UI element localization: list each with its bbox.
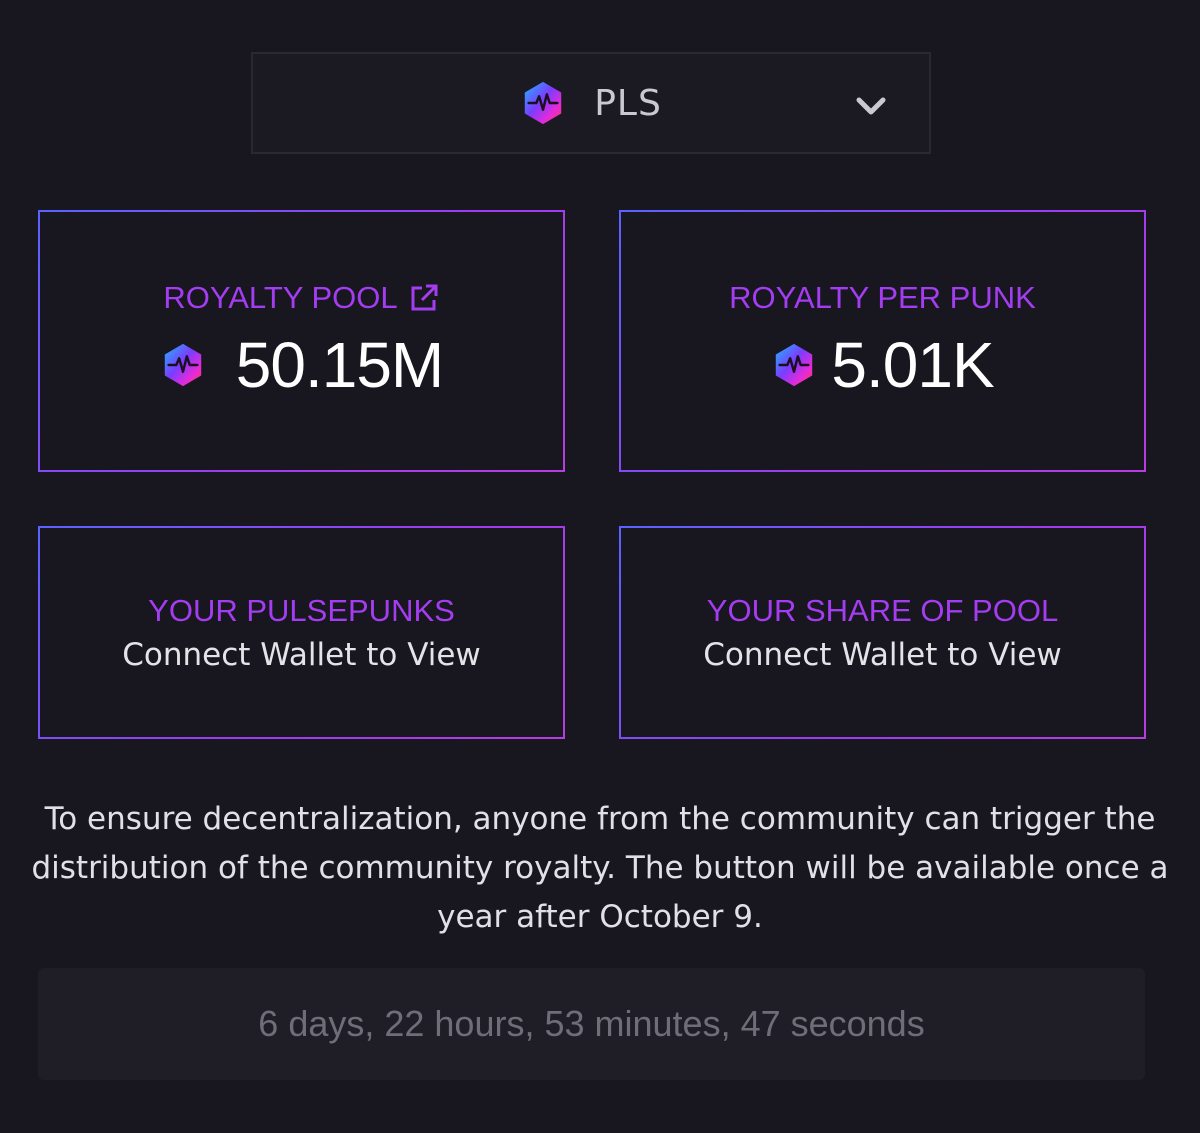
your-pulsepunks-card: YOUR PULSEPUNKS Connect Wallet to View	[38, 526, 565, 739]
royalty-pool-card: ROYALTY POOL 50.15M	[38, 210, 565, 472]
pulsechain-logo-icon	[160, 342, 206, 388]
token-select-label: PLS	[594, 82, 662, 124]
royalty-pool-title-row: ROYALTY POOL	[163, 280, 439, 316]
your-pulsepunks-title: YOUR PULSEPUNKS	[148, 592, 455, 628]
pulsechain-logo-icon	[771, 342, 817, 388]
royalty-per-punk-title: ROYALTY PER PUNK	[729, 280, 1036, 315]
external-link-icon[interactable]	[408, 282, 440, 314]
royalty-pool-value: 50.15M	[235, 329, 444, 401]
royalty-per-punk-value-row: 5.01K	[771, 328, 995, 402]
your-share-value: Connect Wallet to View	[703, 636, 1062, 673]
your-share-title: YOUR SHARE OF POOL	[706, 592, 1059, 628]
royalty-per-punk-card: ROYALTY PER PUNK 5.01K	[619, 210, 1146, 472]
your-pulsepunks-value: Connect Wallet to View	[122, 636, 481, 673]
token-select-dropdown[interactable]: PLS	[251, 52, 931, 154]
royalty-pool-title: ROYALTY POOL	[163, 280, 398, 315]
distribution-info-text: To ensure decentralization, anyone from …	[31, 801, 1169, 935]
royalty-per-punk-title-row: ROYALTY PER PUNK	[729, 280, 1036, 316]
royalty-per-punk-value: 5.01K	[831, 329, 994, 401]
your-share-card: YOUR SHARE OF POOL Connect Wallet to Vie…	[619, 526, 1146, 739]
chevron-down-icon[interactable]	[853, 88, 889, 124]
pulsechain-logo-icon	[520, 80, 566, 126]
royalty-pool-value-row: 50.15M	[160, 328, 444, 402]
countdown-button[interactable]: 6 days, 22 hours, 53 minutes, 47 seconds	[38, 968, 1145, 1080]
